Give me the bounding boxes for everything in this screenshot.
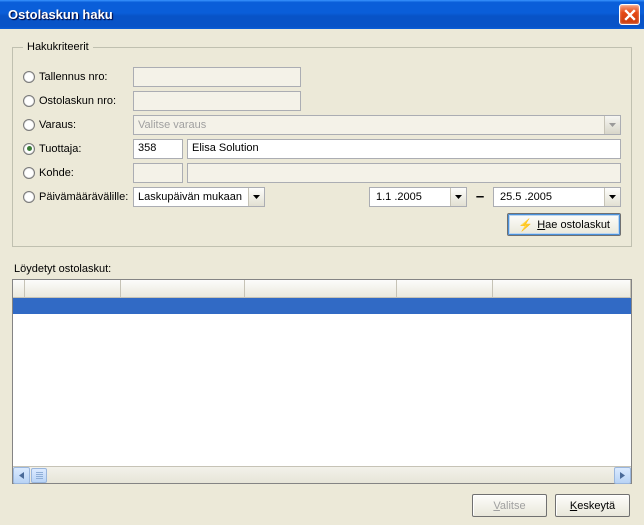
kohde-name-input[interactable] (187, 163, 621, 183)
radio-tuottaja[interactable] (23, 143, 35, 155)
row-kohde: Kohde: (23, 162, 621, 183)
date-to-button[interactable] (604, 188, 620, 206)
radio-ostolaskun[interactable] (23, 95, 35, 107)
kohde-code-input[interactable] (133, 163, 183, 183)
row-pvm: Päivämäärävälille: Laskupäivän mukaan 1.… (23, 186, 621, 207)
scroll-thumb[interactable] (31, 468, 47, 483)
date-to-value: 25.5 .2005 (500, 191, 552, 203)
row-ostolaskun: Ostolaskun nro: (23, 90, 621, 111)
radio-tuottaja-label: Tuottaja: (39, 143, 81, 155)
radio-varaus-label: Varaus: (39, 119, 76, 131)
scroll-right-button[interactable] (614, 467, 631, 484)
tuottaja-code-input[interactable]: 358 (133, 139, 183, 159)
hae-rest: ae ostolaskut (545, 219, 610, 231)
date-from-value: 1.1 .2005 (376, 191, 422, 203)
varaus-combo-button[interactable] (604, 116, 620, 134)
grid-hscrollbar (13, 466, 631, 483)
chevron-left-icon (19, 472, 24, 479)
date-from-picker[interactable]: 1.1 .2005 (369, 187, 467, 207)
grid-col-4[interactable] (397, 280, 493, 297)
criteria-legend: Hakukriteerit (23, 41, 93, 53)
criteria-actions: ⚡ Hae ostolaskut (23, 213, 621, 236)
tallennus-input[interactable] (133, 67, 301, 87)
chevron-down-icon (455, 195, 462, 199)
valitse-rest: alitse (500, 500, 526, 512)
datemode-value: Laskupäivän mukaan (138, 191, 242, 203)
hae-mnemonic: H (537, 219, 545, 231)
varaus-combo-value: Valitse varaus (138, 119, 206, 131)
chevron-down-icon (609, 123, 616, 127)
grid-col-5[interactable] (493, 280, 631, 297)
grid-selected-row[interactable] (13, 298, 631, 314)
datemode-combo-button[interactable] (248, 188, 264, 206)
radio-kohde[interactable] (23, 167, 35, 179)
radio-ostolaskun-label: Ostolaskun nro: (39, 95, 116, 107)
radio-kohde-label: Kohde: (39, 167, 74, 179)
radio-pvm-label: Päivämäärävälille: (39, 191, 128, 203)
date-from-button[interactable] (450, 188, 466, 206)
scroll-left-button[interactable] (13, 467, 30, 484)
window-title: Ostolaskun haku (8, 7, 113, 22)
row-varaus: Varaus: Valitse varaus (23, 114, 621, 135)
results-grid[interactable] (12, 279, 632, 484)
valitse-button[interactable]: Valitse (472, 494, 547, 517)
title-bar: Ostolaskun haku (0, 0, 644, 29)
grid-body[interactable] (13, 298, 631, 466)
grid-col-3[interactable] (245, 280, 397, 297)
date-to-picker[interactable]: 25.5 .2005 (493, 187, 621, 207)
tuottaja-name-input[interactable]: Elisa Solution (187, 139, 621, 159)
client-area: Hakukriteerit Tallennus nro: Ostolaskun … (0, 29, 644, 525)
chevron-down-icon (609, 195, 616, 199)
criteria-group: Hakukriteerit Tallennus nro: Ostolaskun … (12, 41, 632, 247)
footer: Valitse Keskeytä (12, 484, 632, 517)
keskeyta-rest: eskeytä (577, 500, 615, 512)
radio-pvm[interactable] (23, 191, 35, 203)
grid-col-2[interactable] (121, 280, 245, 297)
chevron-right-icon (620, 472, 625, 479)
results-label: Löydetyt ostolaskut: (14, 263, 630, 275)
ostolaskun-input[interactable] (133, 91, 301, 111)
chevron-down-icon (253, 195, 260, 199)
close-icon (624, 9, 636, 21)
grid-col-1[interactable] (25, 280, 121, 297)
radio-tallennus-label: Tallennus nro: (39, 71, 108, 83)
radio-tallennus[interactable] (23, 71, 35, 83)
row-tuottaja: Tuottaja: 358 Elisa Solution (23, 138, 621, 159)
row-tallennus: Tallennus nro: (23, 66, 621, 87)
lightning-icon: ⚡ (518, 218, 533, 232)
grid-col-0[interactable] (13, 280, 25, 297)
radio-varaus[interactable] (23, 119, 35, 131)
datemode-combo[interactable]: Laskupäivän mukaan (133, 187, 265, 207)
close-button[interactable] (619, 4, 640, 25)
hae-ostolaskut-button[interactable]: ⚡ Hae ostolaskut (507, 213, 621, 236)
varaus-combo[interactable]: Valitse varaus (133, 115, 621, 135)
scroll-track[interactable] (30, 468, 614, 483)
date-range-dash: – (467, 188, 493, 205)
grid-header (13, 280, 631, 298)
keskeyta-button[interactable]: Keskeytä (555, 494, 630, 517)
